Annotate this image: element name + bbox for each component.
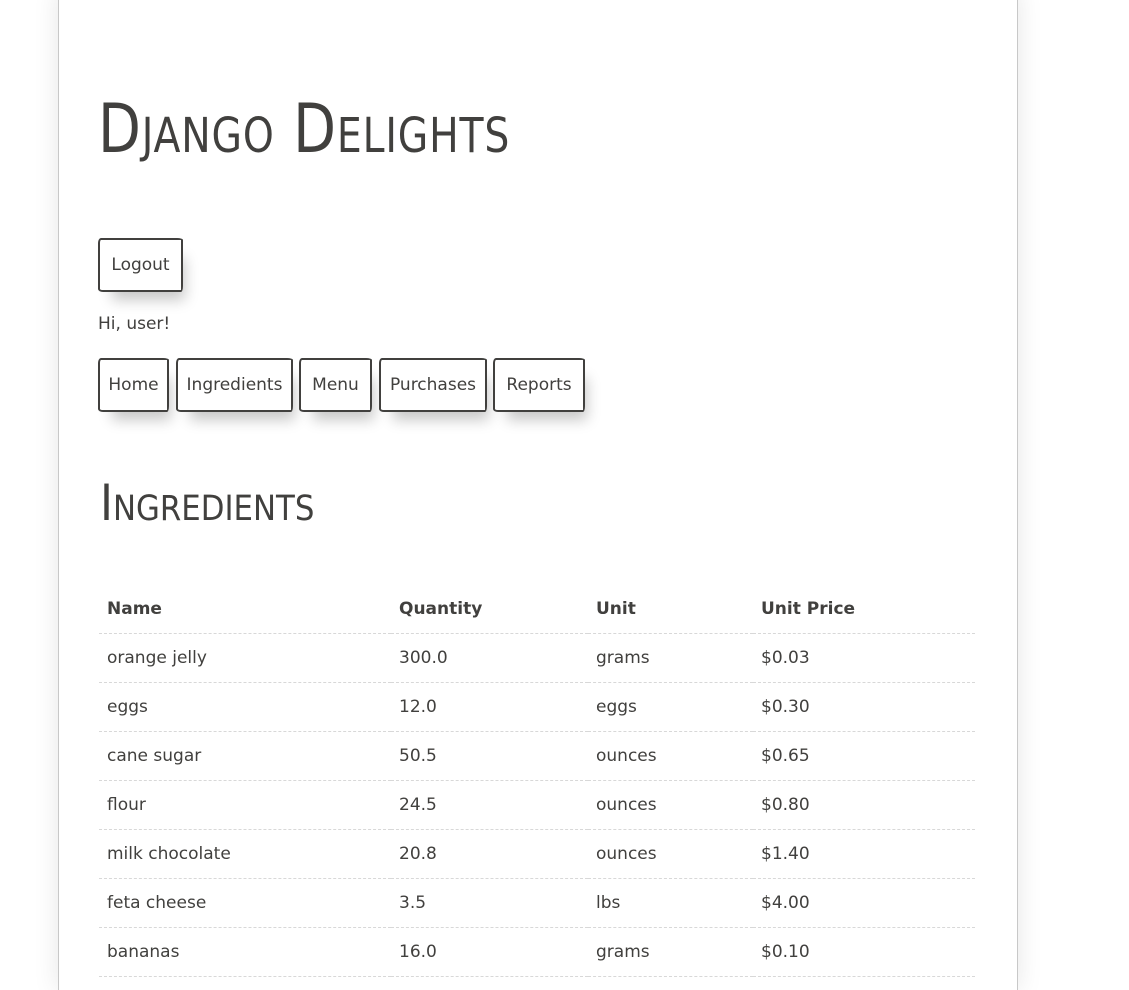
logout-button[interactable]: Logout	[98, 238, 183, 292]
cell-unit-price: $4.00	[753, 878, 975, 928]
cell-unit: lbs	[588, 878, 753, 928]
page-heading: Ingredients	[100, 474, 315, 532]
cell-unit: grams	[588, 633, 753, 683]
table-row: milk chocolate 20.8 ounces $1.40	[99, 829, 975, 879]
table-row: feta cheese 3.5 lbs $4.00	[99, 878, 975, 928]
site-title: Django Delights	[98, 90, 511, 169]
user-greeting: Hi, user!	[98, 314, 171, 334]
cell-name: eggs	[99, 682, 391, 732]
cell-unit: ounces	[588, 780, 753, 830]
cell-quantity: 24.5	[391, 780, 588, 830]
cell-unit: grams	[588, 927, 753, 977]
table-row: cane sugar 50.5 ounces $0.65	[99, 731, 975, 781]
table-row: flour 24.5 ounces $0.80	[99, 780, 975, 830]
cell-name: feta cheese	[99, 878, 391, 928]
cell-unit-price: $0.80	[753, 780, 975, 830]
cell-quantity: 3.5	[391, 878, 588, 928]
cell-unit: ounces	[588, 731, 753, 781]
column-header-quantity: Quantity	[391, 584, 588, 634]
table-row: orange jelly 300.0 grams $0.03	[99, 633, 975, 683]
column-header-name: Name	[99, 584, 391, 634]
cell-unit: eggs	[588, 682, 753, 732]
cell-quantity: 50.5	[391, 731, 588, 781]
nav-menu-button[interactable]: Menu	[299, 358, 372, 412]
nav-purchases-button[interactable]: Purchases	[379, 358, 487, 412]
cell-unit-price: $0.03	[753, 633, 975, 683]
table-row: eggs 12.0 eggs $0.30	[99, 682, 975, 732]
cell-unit: ounces	[588, 829, 753, 879]
cell-quantity: 16.0	[391, 927, 588, 977]
cell-name: cane sugar	[99, 731, 391, 781]
cell-name: bananas	[99, 927, 391, 977]
cell-unit-price: $1.40	[753, 829, 975, 879]
column-header-unit-price: Unit Price	[753, 584, 975, 634]
cell-unit-price: $0.10	[753, 927, 975, 977]
cell-quantity: 20.8	[391, 829, 588, 879]
cell-unit-price: $0.65	[753, 731, 975, 781]
column-header-unit: Unit	[588, 584, 753, 634]
cell-name: orange jelly	[99, 633, 391, 683]
cell-quantity: 300.0	[391, 633, 588, 683]
nav-home-button[interactable]: Home	[98, 358, 169, 412]
nav-reports-button[interactable]: Reports	[493, 358, 585, 412]
cell-quantity: 12.0	[391, 682, 588, 732]
table-header-row: Name Quantity Unit Unit Price	[99, 584, 975, 634]
cell-unit-price: $0.30	[753, 682, 975, 732]
cell-name: milk chocolate	[99, 829, 391, 879]
table-row: bananas 16.0 grams $0.10	[99, 927, 975, 977]
ingredients-table: Name Quantity Unit Unit Price orange jel…	[99, 584, 975, 977]
nav-ingredients-button[interactable]: Ingredients	[176, 358, 293, 412]
cell-name: flour	[99, 780, 391, 830]
